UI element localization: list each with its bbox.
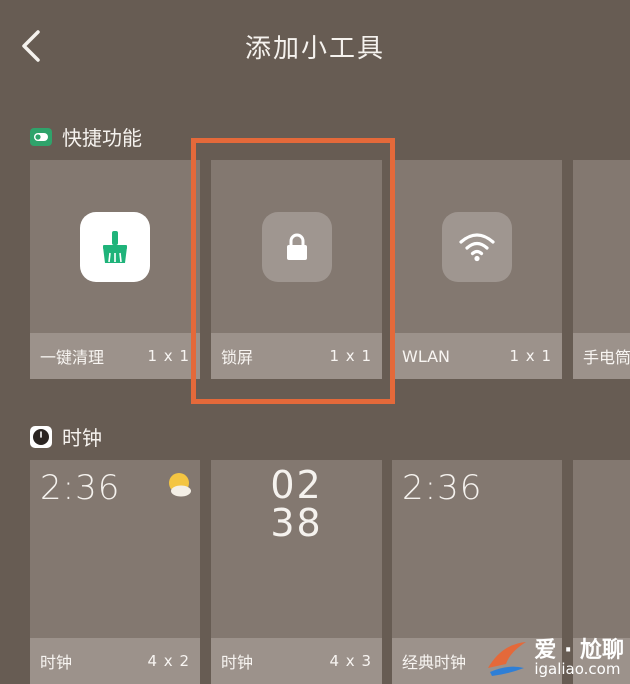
widget-tile-lock[interactable]: 锁屏 1 x 1 [211, 160, 382, 379]
clock-time: 2:36 [402, 468, 483, 508]
tile-footer: WLAN 1 x 1 [392, 333, 562, 379]
section-title-text: 时钟 [62, 426, 102, 450]
tile-label: 时钟 [40, 653, 73, 672]
broom-icon [80, 212, 150, 282]
page-title: 添加小工具 [244, 34, 385, 64]
widget-tile-flashlight[interactable]: 手电筒 [573, 160, 630, 379]
tile-label: 一键清理 [40, 348, 105, 367]
tile-footer: 时钟 4 x 3 [211, 638, 382, 684]
section-title-clocks: 时钟 [30, 422, 102, 451]
tile-footer: 手电筒 [573, 333, 630, 379]
tile-label: WLAN [402, 346, 451, 366]
tile-label: 经典时钟 [402, 653, 467, 672]
watermark-logo-icon [488, 642, 527, 676]
lock-icon [261, 212, 332, 282]
tile-size: 4 x 2 [147, 652, 190, 670]
clock-icon [30, 425, 52, 448]
watermark-text: 爱 · 尬聊 [534, 637, 624, 663]
clock-time: 2:36 [40, 468, 121, 508]
tile-footer: 时钟 4 x 2 [30, 638, 200, 684]
tile-footer: 一键清理 1 x 1 [30, 333, 200, 379]
widget-tile-clean[interactable]: 一键清理 1 x 1 [30, 160, 200, 379]
tile-size: 1 x 1 [329, 347, 372, 365]
watermark: 爱 · 尬聊 igaliao.com [484, 638, 624, 678]
header: 添加小工具 [0, 0, 630, 92]
clock-hour: 02 [270, 463, 323, 507]
section-title-shortcuts: 快捷功能 [30, 122, 142, 151]
widget-tile-wlan[interactable]: WLAN 1 x 1 [392, 160, 562, 379]
tile-size: 1 x 1 [509, 347, 552, 365]
clock-stacked-time: 02 38 [211, 466, 382, 542]
sun-cloud-icon [169, 473, 191, 497]
widget-tile-clock-4x2[interactable]: 2:36 时钟 4 x 2 [30, 460, 200, 684]
tile-label: 时钟 [221, 653, 254, 672]
widget-tile-clock-4x3[interactable]: 02 38 时钟 4 x 3 [211, 460, 382, 684]
tile-size: 1 x 1 [147, 347, 190, 365]
tile-footer: 锁屏 1 x 1 [211, 333, 382, 379]
tile-label: 锁屏 [221, 348, 254, 367]
tile-size: 4 x 3 [329, 652, 372, 670]
section-title-text: 快捷功能 [62, 126, 142, 150]
clock-minute: 38 [270, 501, 323, 545]
watermark-url: igaliao.com [534, 659, 621, 678]
toggle-switch-icon [30, 127, 52, 147]
tile-label: 手电筒 [583, 348, 630, 367]
wifi-icon [442, 212, 512, 282]
